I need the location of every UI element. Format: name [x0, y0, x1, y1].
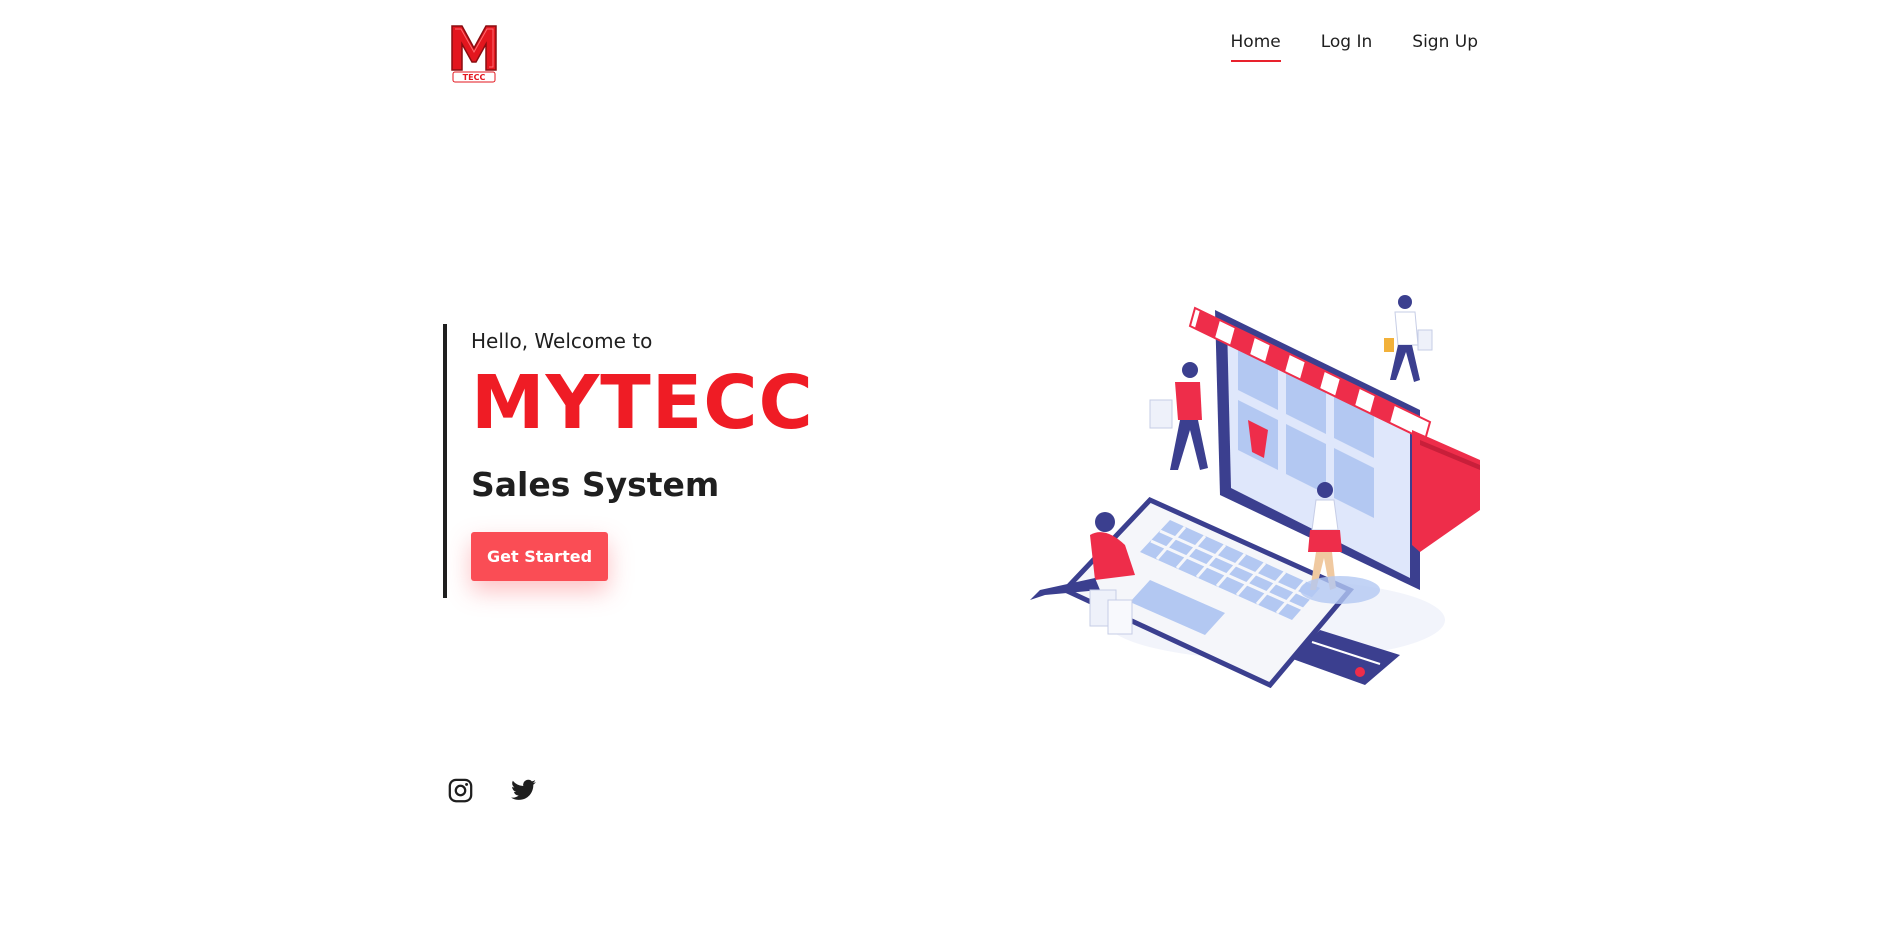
twitter-icon [511, 779, 536, 800]
online-shop-illustration-icon [1030, 295, 1480, 689]
nav-login[interactable]: Log In [1321, 32, 1373, 62]
main-nav: Home Log In Sign Up [1230, 32, 1478, 62]
logo-text: TECC [463, 73, 486, 82]
instagram-icon [448, 778, 473, 803]
hero-section: Hello, Welcome to MYTECC Sales System Ge… [443, 324, 814, 598]
get-started-button[interactable]: Get Started [471, 531, 609, 581]
mytecc-logo-icon: TECC [451, 25, 497, 83]
social-links [447, 777, 537, 804]
instagram-link[interactable] [447, 777, 474, 804]
hero-brand-title: MYTECC [471, 360, 814, 446]
twitter-link[interactable] [510, 777, 537, 804]
hero-illustration [1020, 290, 1480, 710]
site-header: TECC Home Log In Sign Up [0, 0, 1903, 90]
logo[interactable]: TECC [448, 20, 500, 84]
nav-signup[interactable]: Sign Up [1412, 32, 1478, 62]
nav-home[interactable]: Home [1230, 32, 1281, 62]
hero-subtitle: Sales System [471, 464, 720, 504]
hero-greeting: Hello, Welcome to [471, 329, 653, 353]
